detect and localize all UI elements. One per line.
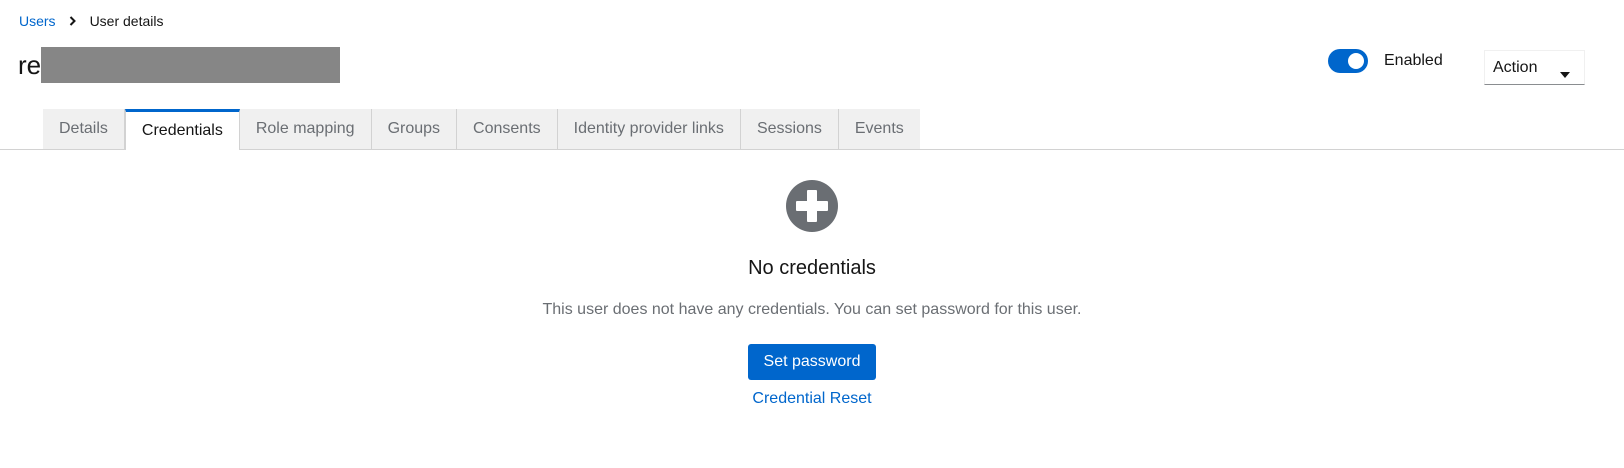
empty-state-title: No credentials [748, 257, 876, 279]
chevron-right-icon [65, 13, 81, 29]
breadcrumb-current: User details [89, 13, 164, 29]
user-details-page: Users User details re Enabled Action Det… [0, 0, 1624, 468]
action-dropdown-label: Action [1493, 58, 1538, 76]
empty-state: No credentials This user does not have a… [0, 180, 1624, 408]
page-title: re [18, 45, 341, 85]
redacted-username [41, 47, 341, 83]
tab-events[interactable]: Events [838, 109, 920, 149]
breadcrumb: Users User details [19, 13, 163, 29]
tab-identity-provider-links[interactable]: Identity provider links [557, 109, 741, 149]
enabled-toggle[interactable]: Enabled [1328, 49, 1443, 73]
empty-state-body: This user does not have any credentials.… [542, 301, 1082, 318]
toggle-knob [1348, 53, 1364, 69]
caret-down-icon [1560, 65, 1570, 83]
plus-circle-icon [785, 180, 839, 234]
tab-details[interactable]: Details [43, 109, 125, 149]
page-title-text: re [18, 49, 42, 80]
set-password-button[interactable]: Set password [747, 344, 877, 380]
tab-sessions[interactable]: Sessions [740, 109, 839, 149]
tab-bar: Details Credentials Role mapping Groups Cons… [0, 109, 1624, 150]
breadcrumb-users-link[interactable]: Users [19, 13, 56, 29]
enabled-label: Enabled [1384, 52, 1443, 69]
tab-list: Details Credentials Role mapping Groups Cons… [43, 109, 920, 150]
tab-groups[interactable]: Groups [371, 109, 458, 149]
credential-reset-link[interactable]: Credential Reset [0, 390, 1624, 408]
tab-credentials[interactable]: Credentials [124, 109, 240, 150]
toggle-switch[interactable] [1328, 49, 1368, 73]
tab-consents[interactable]: Consents [457, 109, 558, 149]
tab-role-mapping[interactable]: Role mapping [239, 109, 372, 149]
action-dropdown[interactable]: Action [1484, 50, 1585, 85]
